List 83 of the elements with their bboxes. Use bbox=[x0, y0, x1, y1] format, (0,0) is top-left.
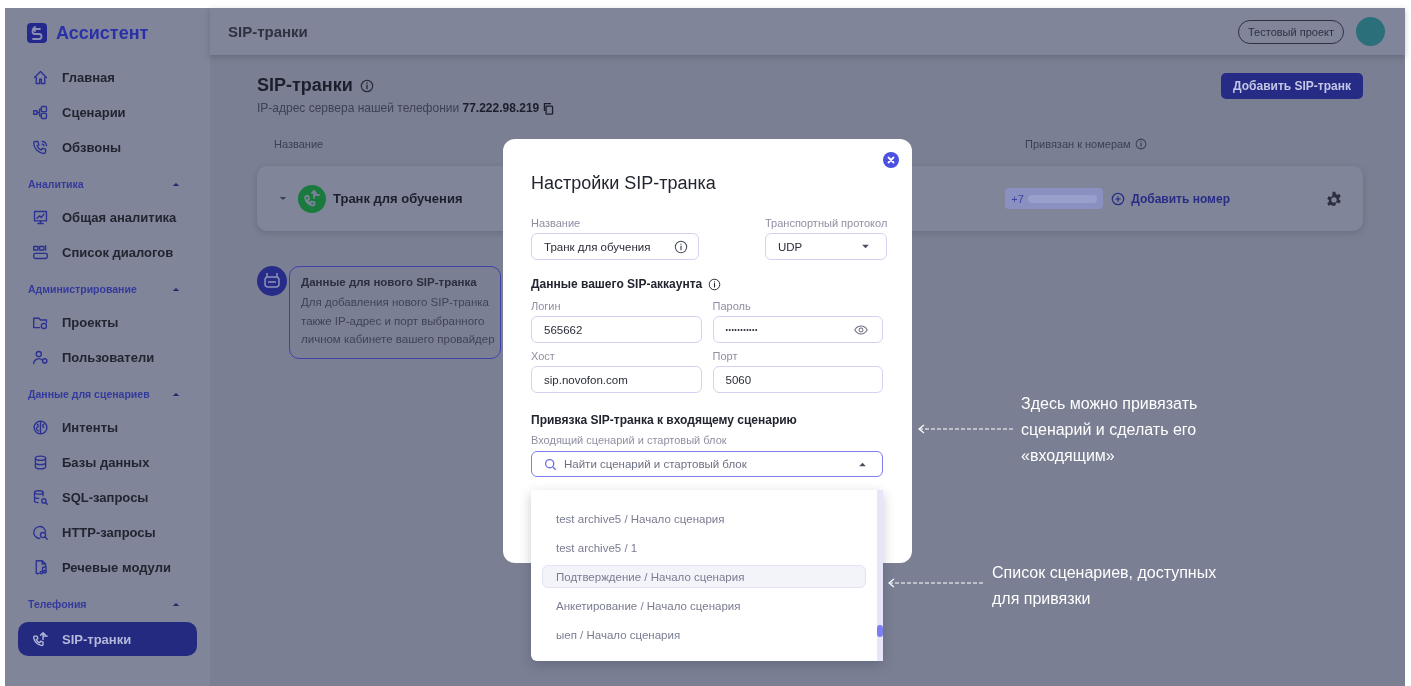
database-search-icon bbox=[32, 489, 49, 506]
nav-item[interactable]: Обзвоны bbox=[18, 130, 197, 165]
caret-up-icon bbox=[172, 181, 180, 187]
annotation-text: Список сценариев, доступных для привязки bbox=[992, 563, 1217, 609]
database-icon bbox=[32, 454, 49, 471]
server-ip-text: IP-адрес сервера нашей телефонии 77.222.98.219 bbox=[257, 101, 540, 115]
column-header: Название bbox=[274, 138, 324, 150]
text-field[interactable]: sip.novofon.com bbox=[531, 366, 702, 393]
nav-item[interactable]: Список диалогов bbox=[18, 235, 197, 270]
column-header: Привязан к номерам bbox=[1025, 138, 1131, 150]
logo-icon bbox=[27, 23, 47, 43]
field-label: Хост bbox=[531, 349, 556, 364]
section-header[interactable]: Телефония bbox=[18, 588, 197, 620]
annotation-text: Здесь можно привязать сценарий и сделать его «входящим» bbox=[1021, 394, 1198, 466]
caret-down-icon[interactable] bbox=[279, 196, 287, 201]
phone-number-chip: +7 bbox=[1005, 188, 1104, 209]
search-field[interactable]: Найти сценарий и стартовый блок bbox=[531, 451, 883, 477]
dropdown-option[interactable]: test archive5 / Начало сценария bbox=[542, 507, 866, 530]
dialog-list-icon bbox=[32, 244, 49, 261]
text-field[interactable]: 5060 bbox=[712, 366, 883, 393]
info-text: Для добавления нового SIP-транка также IP-адрес и порт выбранного личном кабинете вашего провайдер bbox=[301, 295, 495, 347]
field-label: Логин bbox=[531, 299, 562, 314]
users-icon bbox=[32, 349, 49, 366]
dropdown-option[interactable]: Подтверждение / Начало сценария bbox=[542, 565, 866, 588]
caret-down-icon bbox=[861, 244, 871, 249]
globe-search-icon bbox=[32, 524, 49, 541]
phone-arrows-icon bbox=[32, 630, 49, 648]
info-title: Данные для нового SIP-транка bbox=[301, 276, 477, 288]
field-label: Транспортный протокол bbox=[765, 216, 888, 231]
page-title: SIP-транки bbox=[257, 75, 353, 96]
house-icon bbox=[32, 69, 49, 86]
field-label: Порт bbox=[712, 349, 739, 364]
section-title: Привязка SIP-транка к входящему сценарию bbox=[531, 413, 798, 427]
dropdown-option[interactable]: ыеп / Начало сценария bbox=[542, 623, 866, 646]
nav-item[interactable]: SIP-транки bbox=[18, 622, 197, 656]
nav-item[interactable]: Базы данных bbox=[18, 445, 197, 480]
nav-item[interactable]: Проекты bbox=[18, 305, 197, 340]
phone-arrows-icon bbox=[298, 184, 326, 213]
add-number-link[interactable]: Добавить номер bbox=[1111, 191, 1230, 206]
protocol-select[interactable]: UDP bbox=[765, 233, 888, 260]
close-icon[interactable] bbox=[883, 152, 899, 168]
nav-item[interactable]: Пользователи bbox=[18, 340, 197, 375]
nav-item[interactable]: Сценарии bbox=[18, 95, 197, 130]
presentation-icon bbox=[32, 209, 49, 226]
dropdown-option[interactable]: test archive5 / 1 bbox=[542, 536, 866, 559]
info-icon[interactable] bbox=[674, 239, 688, 254]
section-header[interactable]: Администрирование bbox=[18, 273, 197, 305]
phone-icon bbox=[32, 139, 49, 156]
name-field[interactable]: Транк для обучения bbox=[531, 233, 699, 260]
field-label: Входящий сценарий и стартовый блок bbox=[531, 433, 728, 448]
eye-icon[interactable] bbox=[854, 324, 868, 335]
modal-title: Настройки SIP-транка bbox=[531, 173, 717, 195]
caret-up-icon bbox=[858, 462, 867, 467]
settings-icon[interactable] bbox=[1325, 189, 1343, 208]
nav-item[interactable]: Главная bbox=[18, 60, 197, 95]
scrollbar-thumb[interactable] bbox=[877, 625, 883, 637]
trunk-name: Транк для обучения bbox=[333, 191, 463, 206]
logo-text: Ассистент bbox=[56, 22, 149, 44]
nav-item[interactable]: SQL-запросы bbox=[18, 480, 197, 515]
scrollbar[interactable] bbox=[877, 490, 883, 661]
field-label: Название bbox=[531, 216, 582, 231]
nav-item[interactable]: Общая аналитика bbox=[18, 200, 197, 235]
section-header[interactable]: Данные для сценариев bbox=[18, 378, 197, 410]
nav-item[interactable]: Интенты bbox=[18, 410, 197, 445]
nav-item[interactable]: Речевые модули bbox=[18, 550, 197, 585]
plus-circle-icon bbox=[1111, 191, 1126, 206]
section-header[interactable]: Аналитика bbox=[18, 168, 197, 200]
copy-icon[interactable] bbox=[542, 101, 556, 115]
brain-icon bbox=[32, 419, 49, 436]
robot-icon bbox=[257, 266, 287, 296]
info-icon[interactable] bbox=[708, 277, 722, 291]
section-title: Данные вашего SIP-аккаунта bbox=[531, 277, 703, 291]
dropdown-option[interactable]: Анкетирование / Начало сценария bbox=[542, 594, 866, 617]
caret-up-icon bbox=[172, 391, 180, 397]
add-sip-trunk-button[interactable]: Добавить SIP-транк bbox=[1221, 73, 1363, 99]
caret-up-icon bbox=[172, 286, 180, 292]
caret-up-icon bbox=[172, 601, 180, 607]
text-field[interactable]: 565662 bbox=[531, 316, 702, 343]
search-icon bbox=[544, 458, 557, 471]
field-label: Пароль bbox=[712, 299, 752, 314]
page-header-title: SIP-транки bbox=[228, 23, 308, 40]
nav-item[interactable]: HTTP-запросы bbox=[18, 515, 197, 550]
flowchart-icon bbox=[32, 104, 49, 121]
